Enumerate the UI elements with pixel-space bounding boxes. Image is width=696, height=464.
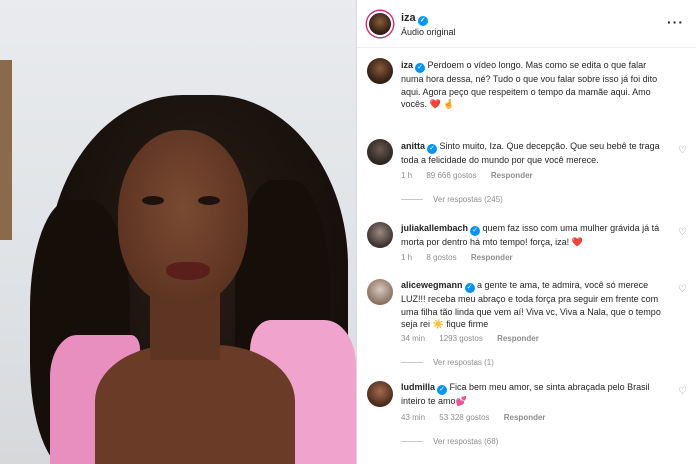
comment-meta: 34 min 1293 gostos Responder <box>401 334 551 343</box>
caption-username[interactable]: iza <box>401 60 413 70</box>
comment-username[interactable]: ludmilla <box>401 382 435 392</box>
video-subject-eye-left <box>142 196 164 205</box>
comment-time: 1 h <box>401 253 413 262</box>
post-header: iza ✓ Áudio original ··· <box>357 0 696 48</box>
comment-meta: 1 h 89 666 gostos Responder <box>401 171 545 180</box>
comment-avatar[interactable] <box>367 139 393 165</box>
replies-line <box>401 441 423 443</box>
comment-meta: 43 min 53 328 gostos Responder <box>401 413 558 422</box>
comment-meta: 1 h 8 gostos Responder <box>401 253 525 262</box>
caption-emoji: ❤️ 🤞 <box>429 99 455 109</box>
comment-likes[interactable]: 1293 gostos <box>439 334 483 343</box>
post-detail-panel: iza ✓ Áudio original ··· iza ✓ Perdoem o v… <box>357 0 696 464</box>
comment-emoji: 💕 <box>455 396 467 406</box>
verified-icon: ✓ <box>470 226 481 236</box>
comment-text: Sinto muito, Iza. Que decepção. Que seu … <box>401 141 660 165</box>
like-icon[interactable]: ♡ <box>678 386 687 397</box>
view-replies-label[interactable]: Ver respostas (1) <box>433 358 494 367</box>
replies-line <box>401 199 423 201</box>
more-options-icon[interactable]: ··· <box>667 14 684 30</box>
reply-button[interactable]: Responder <box>491 171 533 180</box>
comment-body: anitta ✓ Sinto muito, Iza. Que decepção. … <box>401 140 669 167</box>
like-icon[interactable]: ♡ <box>678 227 687 238</box>
comment-username[interactable]: alicewegmann <box>401 280 463 290</box>
comment-likes[interactable]: 53 328 gostos <box>439 413 489 422</box>
like-icon[interactable]: ♡ <box>678 145 687 156</box>
author-username[interactable]: iza ✓ <box>401 12 428 26</box>
view-replies-button[interactable]: Ver respostas (68) <box>401 437 498 446</box>
video-subject-eye-right <box>198 196 220 205</box>
comment-text-continued: fique firme <box>446 319 489 329</box>
comment-avatar[interactable] <box>367 222 393 248</box>
comment-username[interactable]: juliakallembach <box>401 223 468 233</box>
video-player[interactable] <box>0 0 356 464</box>
comment-time: 1 h <box>401 171 413 180</box>
comment-body: ludmilla ✓ Fica bem meu amor, se sinta ab… <box>401 381 669 408</box>
comment-emoji: ☀️ <box>432 319 444 329</box>
comment-likes[interactable]: 8 gostos <box>426 253 456 262</box>
comment-avatar[interactable] <box>367 279 393 305</box>
caption-body: iza ✓ Perdoem o vídeo longo. Mas como se … <box>401 59 669 111</box>
view-replies-button[interactable]: Ver respostas (245) <box>401 195 503 204</box>
video-subject-chest <box>95 345 295 464</box>
verified-icon: ✓ <box>415 63 426 73</box>
comment-body: juliakallembach ✓ quem faz isso com uma m… <box>401 222 669 249</box>
author-username-text[interactable]: iza <box>401 12 416 24</box>
verified-icon: ✓ <box>427 144 438 154</box>
author-avatar[interactable] <box>367 11 393 37</box>
verified-icon: ✓ <box>417 16 428 26</box>
like-icon[interactable]: ♡ <box>678 284 687 295</box>
comment-avatar[interactable] <box>367 381 393 407</box>
reply-button[interactable]: Responder <box>497 334 539 343</box>
comment-time: 43 min <box>401 413 426 422</box>
verified-icon: ✓ <box>437 385 448 395</box>
comment-likes[interactable]: 89 666 gostos <box>426 171 476 180</box>
comment-time: 34 min <box>401 334 426 343</box>
comment-username[interactable]: anitta <box>401 141 425 151</box>
audio-label[interactable]: Áudio original <box>401 27 456 37</box>
caption-avatar[interactable] <box>367 58 393 84</box>
background-doorframe <box>0 60 12 240</box>
view-replies-label[interactable]: Ver respostas (245) <box>433 195 503 204</box>
replies-line <box>401 362 423 364</box>
video-subject-mouth <box>166 262 210 280</box>
reply-button[interactable]: Responder <box>471 253 513 262</box>
view-replies-label[interactable]: Ver respostas (68) <box>433 437 498 446</box>
reply-button[interactable]: Responder <box>504 413 546 422</box>
verified-icon: ✓ <box>464 283 475 293</box>
view-replies-button[interactable]: Ver respostas (1) <box>401 358 494 367</box>
comment-emoji: ❤️ <box>571 237 583 247</box>
comment-body: alicewegmann ✓ a gente te ama, te admira,… <box>401 279 669 331</box>
